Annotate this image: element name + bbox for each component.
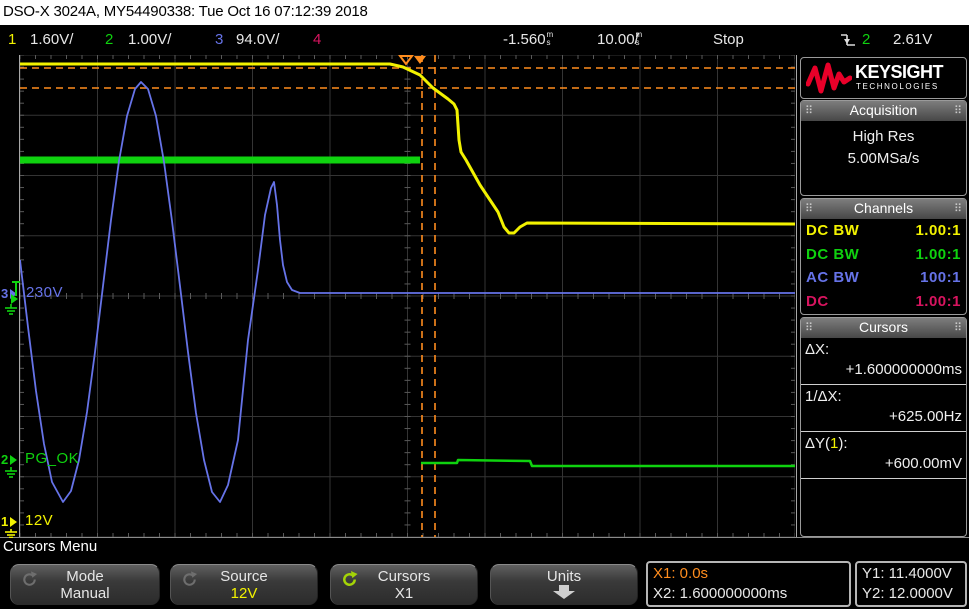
delta-y-item: ΔY(1): +600.00mV (801, 432, 966, 479)
time-reference-marker-icon (398, 55, 414, 66)
rotate-knob-active-icon (340, 570, 359, 593)
ch2-scale[interactable]: 1.00V/ (128, 25, 171, 55)
cursors-title: Cursors (858, 319, 908, 335)
delta-x-item: ΔX: +1.600000000ms (801, 338, 966, 385)
ch1-ground-icon (5, 529, 17, 538)
ch1-coupling: DC BW (806, 222, 860, 240)
ch1-scale[interactable]: 1.60V/ (30, 25, 73, 55)
drag-grip-icon[interactable]: ⠿ (805, 201, 813, 216)
ch2-trace-label: PG_OK (25, 450, 80, 467)
waveform-graticule (20, 55, 795, 537)
acquisition-mode: High Res (852, 128, 915, 145)
ch2-ground-marker[interactable]: 2 (1, 452, 8, 467)
keysight-spark-icon (806, 62, 852, 94)
cursors-panel: ⠿ Cursors ⠿ ΔX: +1.600000000ms 1/ΔX: +62… (800, 317, 967, 537)
ch1-trace-label: 12V (25, 512, 54, 529)
trigger-position-marker-icon (414, 56, 426, 64)
ch3-ground-marker[interactable]: 3 (1, 286, 8, 301)
ch2-ground-icon (5, 467, 17, 478)
y2-readout: Y2: 12.0000V (862, 585, 953, 602)
x-cursor-readout: X1: 0.0s X2: 1.600000000ms (646, 561, 851, 607)
brand-tagline: TECHNOLOGIES (856, 82, 939, 91)
oscilloscope-screen: DSO-X 3024A, MY54490338: Tue Oct 16 07:1… (0, 0, 969, 609)
trigger-level: 2.61V (893, 31, 933, 48)
ch2-probe-ratio: 1.00:1 (915, 245, 961, 263)
falling-edge-trigger-icon (840, 32, 856, 48)
timebase-readout: 10.00 m s / (597, 30, 643, 49)
ch3-number[interactable]: 3 (215, 25, 223, 55)
channel-row-3: AC BW 100:1 (801, 266, 966, 290)
cursors-header[interactable]: ⠿ Cursors ⠿ (801, 318, 966, 338)
delta-x-value: +1.600000000ms (845, 361, 962, 378)
delta-x-label: ΔX: (805, 341, 830, 358)
channels-header[interactable]: ⠿ Channels ⠿ (801, 199, 966, 219)
trigger-ground-icon (5, 304, 17, 315)
title-bar: DSO-X 3024A, MY54490338: Tue Oct 16 07:1… (0, 0, 969, 25)
ch1-marker-arrow-icon (10, 517, 17, 527)
ch3-coupling: AC BW (806, 269, 860, 287)
ch1-probe-ratio: 1.00:1 (915, 222, 961, 240)
logo-panel: KEYSIGHT TECHNOLOGIES (800, 57, 967, 99)
sample-rate: 5.00MSa/s (847, 150, 920, 167)
rotate-knob-icon (20, 570, 39, 593)
rotate-knob-icon (180, 570, 199, 593)
menu-title: Cursors Menu (3, 538, 98, 555)
acquisition-title: Acquisition (849, 102, 918, 118)
trigger-level-arrow-icon (11, 294, 18, 304)
ch1-number[interactable]: 1 (8, 25, 16, 55)
y-cursor-readout: Y1: 11.4000V Y2: 12.0000V (855, 561, 967, 607)
x1-readout: X1: 0.0s (653, 565, 709, 582)
inverse-delta-x-item: 1/ΔX: +625.00Hz (801, 385, 966, 432)
channel-row-2: DC BW 1.00:1 (801, 243, 966, 267)
ch1-ground-marker[interactable]: 1 (1, 514, 8, 529)
ch3-trace-label: 230V (26, 284, 64, 301)
trigger-source: 2 (862, 31, 871, 48)
softkey-label: Units (546, 568, 582, 585)
channels-panel: ⠿ Channels ⠿ DC BW 1.00:1 DC BW 1.00:1 A… (800, 198, 967, 315)
instrument-id: DSO-X 3024A, MY54490338: Tue Oct 16 07:1… (3, 3, 368, 20)
down-arrow-icon (491, 585, 637, 603)
ch2-coupling: DC BW (806, 245, 860, 263)
delta-y-label: ΔY(1): (805, 435, 848, 452)
channel-row-4: DC 1.00:1 (801, 290, 966, 314)
acquisition-panel: ⠿ Acquisition ⠿ High Res 5.00MSa/s (800, 100, 967, 196)
ch4-number[interactable]: 4 (313, 25, 321, 55)
display-right-frame (796, 55, 797, 537)
softkey-source[interactable]: Source 12V (170, 564, 318, 605)
brand-name: KEYSIGHT (855, 62, 944, 82)
drag-grip-icon[interactable]: ⠿ (805, 103, 813, 118)
drag-grip-icon[interactable]: ⠿ (954, 103, 962, 118)
trace-ch2-pgok-low (421, 458, 795, 468)
ch3-probe-ratio: 100:1 (920, 269, 961, 287)
inverse-delta-x-value: +625.00Hz (889, 408, 962, 425)
inverse-delta-x-label: 1/ΔX: (805, 388, 842, 405)
delay-readout: -1.560 m s (503, 30, 554, 49)
y1-readout: Y1: 11.4000V (862, 565, 952, 582)
ch4-coupling: DC (806, 292, 829, 310)
channels-title: Channels (853, 200, 914, 216)
drag-grip-icon[interactable]: ⠿ (954, 320, 962, 335)
drag-grip-icon[interactable]: ⠿ (954, 201, 962, 216)
ch3-scale[interactable]: 94.0V/ (236, 25, 279, 55)
x2-readout: X2: 1.600000000ms (653, 585, 788, 602)
ch2-marker-arrow-icon (10, 455, 17, 465)
status-bar: 1 1.60V/ 2 1.00V/ 3 94.0V/ 4 -1.560 m s 10… (0, 25, 969, 55)
acquisition-header[interactable]: ⠿ Acquisition ⠿ (801, 101, 966, 121)
softkey-units[interactable]: Units (490, 564, 638, 605)
channel-row-1: DC BW 1.00:1 (801, 219, 966, 243)
delta-y-value: +600.00mV (884, 455, 962, 472)
run-state: Stop (713, 31, 744, 48)
display-bottom-frame (0, 537, 969, 538)
softkey-cursors[interactable]: Cursors X1 (330, 564, 478, 605)
drag-grip-icon[interactable]: ⠿ (805, 320, 813, 335)
ch4-probe-ratio: 1.00:1 (915, 292, 961, 310)
ch2-number[interactable]: 2 (105, 25, 113, 55)
display-left-frame (19, 55, 20, 537)
softkey-mode[interactable]: Mode Manual (10, 564, 160, 605)
